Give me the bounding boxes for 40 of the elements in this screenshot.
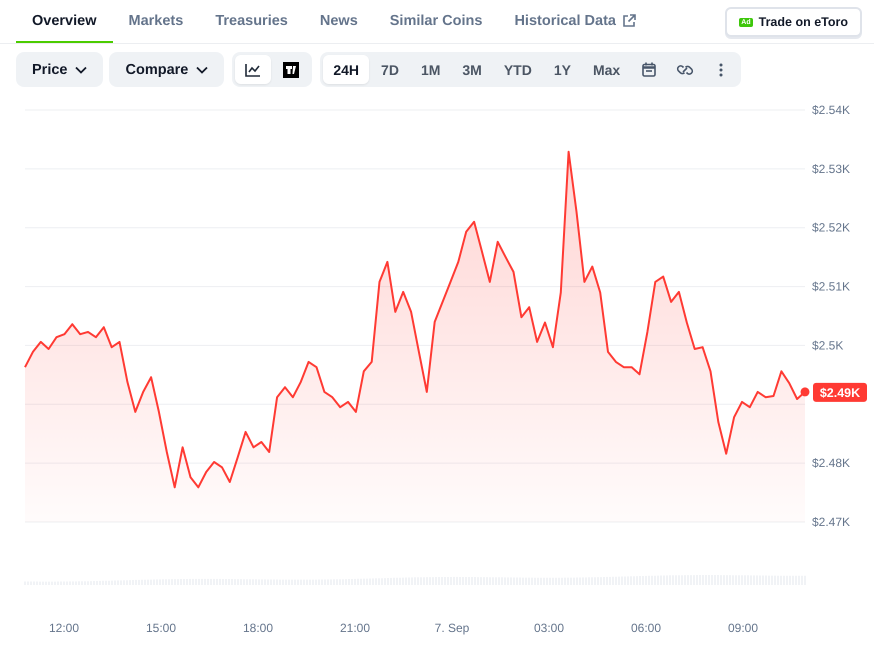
dropdown-button[interactable]: Price bbox=[16, 52, 104, 87]
line-chart-icon bbox=[245, 62, 262, 76]
tab[interactable]: Treasuries bbox=[199, 0, 304, 43]
axis-label: 06:00 bbox=[630, 621, 662, 635]
tab[interactable]: News bbox=[304, 0, 374, 43]
calendar-icon bbox=[642, 62, 656, 77]
axis-label: 15:00 bbox=[146, 621, 176, 635]
range-tab[interactable]: 24H bbox=[323, 55, 370, 84]
current-price-dot bbox=[800, 387, 810, 396]
tab[interactable]: Similar Coins bbox=[374, 0, 498, 43]
link-icon bbox=[676, 62, 694, 76]
axis-label: $2.54K bbox=[812, 103, 850, 117]
tv-logo-icon bbox=[283, 62, 300, 78]
range-tab[interactable]: 3M bbox=[452, 55, 492, 84]
axis-label: $2.5K bbox=[812, 338, 844, 352]
axis-label: 18:00 bbox=[242, 621, 274, 635]
tab[interactable]: Overview bbox=[16, 0, 112, 43]
range-tab[interactable]: 7D bbox=[371, 55, 409, 84]
axis-label: 09:00 bbox=[728, 621, 758, 635]
more-vertical-icon bbox=[719, 62, 724, 76]
tab[interactable]: Historical Data bbox=[498, 0, 652, 43]
price-tag: $2.49K bbox=[813, 382, 867, 402]
axis-label: 7. Sep bbox=[434, 621, 470, 635]
axis-label: 12:00 bbox=[48, 621, 80, 635]
chart-type-button[interactable] bbox=[235, 55, 272, 84]
range-tab[interactable]: 1Y bbox=[544, 55, 581, 84]
axis-label: $2.48K bbox=[812, 456, 850, 470]
dropdown-button[interactable]: Compare bbox=[109, 52, 224, 87]
tab[interactable]: Markets bbox=[112, 0, 200, 43]
axis-label: 03:00 bbox=[534, 621, 564, 635]
range-tab[interactable]: 1M bbox=[410, 55, 450, 84]
range-tab[interactable]: YTD bbox=[494, 55, 542, 84]
axis-label: $2.47K bbox=[812, 515, 850, 529]
chevron-down-icon bbox=[75, 66, 88, 74]
range-tab[interactable]: Max bbox=[582, 55, 630, 84]
axis-label: $2.51K bbox=[812, 280, 850, 294]
axis-label: 21:00 bbox=[340, 621, 370, 635]
axis-label: $2.53K bbox=[812, 162, 850, 176]
axis-label: $2.52K bbox=[812, 220, 850, 235]
chevron-down-icon bbox=[196, 66, 208, 74]
